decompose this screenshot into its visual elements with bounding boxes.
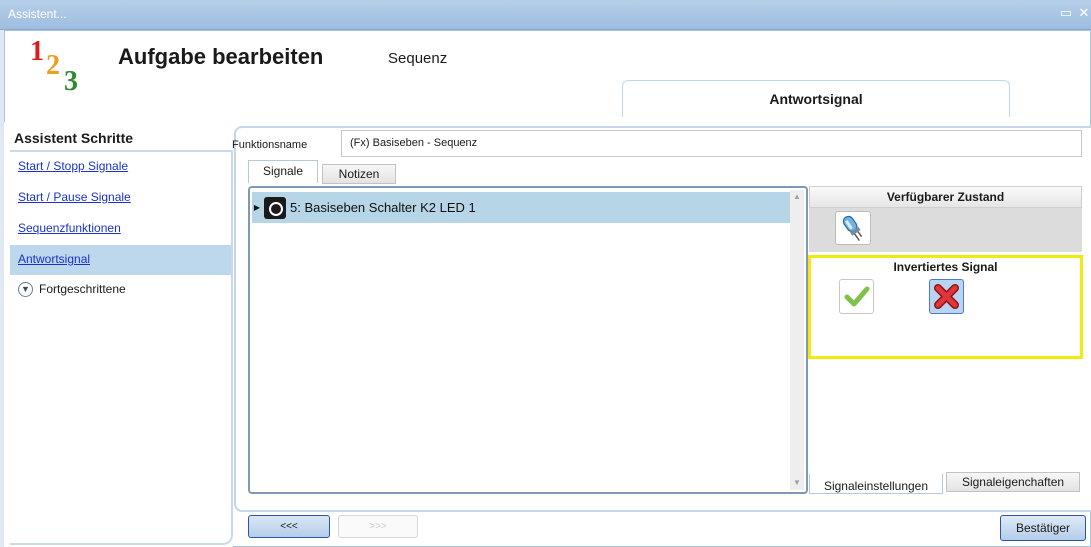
back-button[interactable]: <<<: [248, 515, 330, 538]
chevron-down-icon: ▼: [18, 281, 33, 297]
signal-settings-panel: Verfügbarer Zustand Invertiertes Signal: [808, 186, 1083, 494]
signal-list: ▶ 5: Basiseben Schalter K2 LED 1 ▲ ▼: [248, 186, 808, 494]
led-icon: [264, 196, 286, 219]
logo-digit-1: 1: [30, 36, 44, 67]
sidebar-heading: Assistent Schritte: [14, 130, 134, 146]
inverted-signal-box: Invertiertes Signal: [808, 255, 1083, 359]
signal-row[interactable]: ▶ 5: Basiseben Schalter K2 LED 1: [252, 192, 790, 223]
step-link-start-pause[interactable]: Start / Pause Signale: [10, 183, 231, 213]
inverted-signal-header: Invertiertes Signal: [893, 260, 998, 274]
step-link-sequenzfunktionen[interactable]: Sequenzfunktionen: [10, 214, 231, 244]
wizard-logo: 1 2 3: [24, 36, 94, 97]
function-name-input[interactable]: (Fx) Basiseben - Sequenz: [341, 130, 1082, 157]
advanced-expander[interactable]: ▼ Fortgeschrittene: [10, 277, 231, 301]
close-icon[interactable]: ✕: [1076, 5, 1091, 21]
confirm-button[interactable]: Bestätiger: [1000, 515, 1086, 541]
row-pointer-icon: ▶: [253, 203, 260, 212]
step-link-antwortsignal[interactable]: Antwortsignal: [10, 245, 231, 275]
tab-signaleinstellungen[interactable]: Signaleinstellungen: [809, 474, 943, 494]
function-name-label: Funktionsname: [232, 139, 308, 151]
scroll-down-icon[interactable]: ▼: [790, 476, 804, 490]
available-state-header: Verfügbarer Zustand: [809, 186, 1082, 208]
light-bulb-icon[interactable]: [835, 211, 871, 245]
step-tab-antwortsignal: Antwortsignal: [622, 80, 1010, 117]
tab-signaleigenschaften[interactable]: Signaleigenchaften: [946, 472, 1080, 492]
maximize-icon[interactable]: ▭: [1058, 5, 1074, 21]
window-titlebar: Assistent... ▭ ✕: [0, 0, 1091, 30]
page-subtitle: Sequenz: [388, 50, 448, 67]
tab-notizen[interactable]: Notizen: [322, 164, 396, 184]
window-title: Assistent...: [8, 7, 67, 21]
next-button[interactable]: >>>: [338, 515, 418, 538]
step-link-start-stopp[interactable]: Start / Stopp Signale: [10, 152, 231, 182]
checkmark-icon[interactable]: [839, 279, 874, 314]
advanced-label: Fortgeschrittene: [39, 282, 126, 296]
red-x-icon[interactable]: [929, 279, 964, 314]
logo-digit-2: 2: [46, 50, 60, 81]
signal-row-label: 5: Basiseben Schalter K2 LED 1: [290, 200, 476, 215]
wizard-steps-sidebar: Assistent Schritte Start / Stopp Signale…: [4, 122, 233, 547]
page-title: Aufgabe bearbeiten: [118, 44, 324, 69]
available-state-area: [809, 208, 1082, 252]
scroll-up-icon[interactable]: ▲: [790, 190, 804, 204]
sidebar-steps-panel: Start / Stopp Signale Start / Pause Sign…: [10, 150, 233, 545]
logo-digit-3: 3: [64, 66, 78, 97]
signal-list-scrollbar[interactable]: ▲ ▼: [790, 190, 804, 490]
tab-signale[interactable]: Signale: [248, 160, 318, 183]
